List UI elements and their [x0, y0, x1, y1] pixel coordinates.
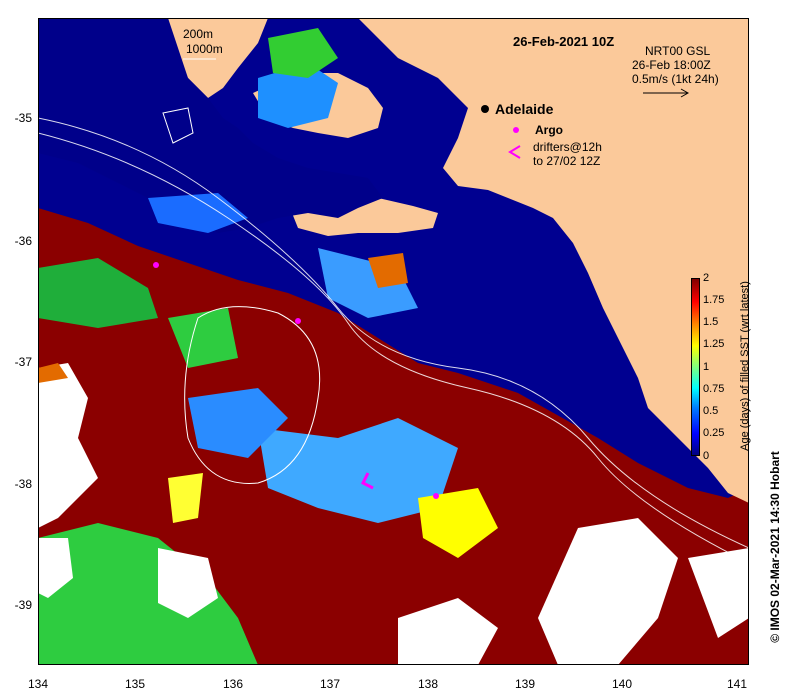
lon-tick-label: 135 — [124, 677, 146, 691]
lat-tick-label: -35 — [14, 111, 32, 125]
colorbar-tick: 2 — [703, 272, 710, 284]
colorbar-tick: 0.25 — [703, 427, 725, 439]
colorbar-tick: 1 — [703, 361, 710, 373]
lat-tick-label: -37 — [14, 355, 32, 369]
colorbar-label: Age (days) of filled SST (wrt latest) — [739, 281, 751, 451]
lon-tick-label: 134 — [27, 677, 49, 691]
depth-legend-200m: 200m — [183, 27, 214, 41]
current-time: 26-Feb 18:00Z — [632, 58, 711, 72]
city-label: Adelaide — [495, 101, 554, 117]
colorbar-tick: 1.5 — [703, 316, 719, 328]
lon-tick-label: 140 — [611, 677, 633, 691]
depth-legend-1000m: 1000m — [186, 42, 223, 56]
argo-label: Argo — [535, 123, 563, 137]
current-scale: 0.5m/s (1kt 24h) — [632, 72, 719, 86]
colorbar-tick: 0 — [703, 450, 710, 462]
lat-tick-label: -38 — [14, 477, 32, 491]
map-border — [38, 18, 749, 665]
colorbar-tick: 0.75 — [703, 383, 725, 395]
credit: © IMOS 02-Mar-2021 14:30 Hobart — [768, 451, 782, 643]
lon-tick-label: 141 — [726, 677, 748, 691]
colorbar-tick: 1.75 — [703, 294, 725, 306]
colorbar-tick: 0.5 — [703, 405, 719, 417]
lon-tick-label: 139 — [514, 677, 536, 691]
current-product: NRT00 GSL — [645, 44, 711, 58]
lon-tick-label: 138 — [417, 677, 439, 691]
lat-tick-label: -36 — [14, 234, 32, 248]
lat-tick-label: -39 — [14, 598, 32, 612]
lon-tick-label: 137 — [319, 677, 341, 691]
colorbar — [691, 278, 700, 456]
map-title: 26-Feb-2021 10Z — [513, 34, 615, 49]
colorbar-tick: 1.25 — [703, 338, 725, 350]
lon-tick-label: 136 — [222, 677, 244, 691]
drifters-label-2: to 27/02 12Z — [533, 154, 601, 168]
drifters-label-1: drifters@12h — [533, 140, 602, 154]
